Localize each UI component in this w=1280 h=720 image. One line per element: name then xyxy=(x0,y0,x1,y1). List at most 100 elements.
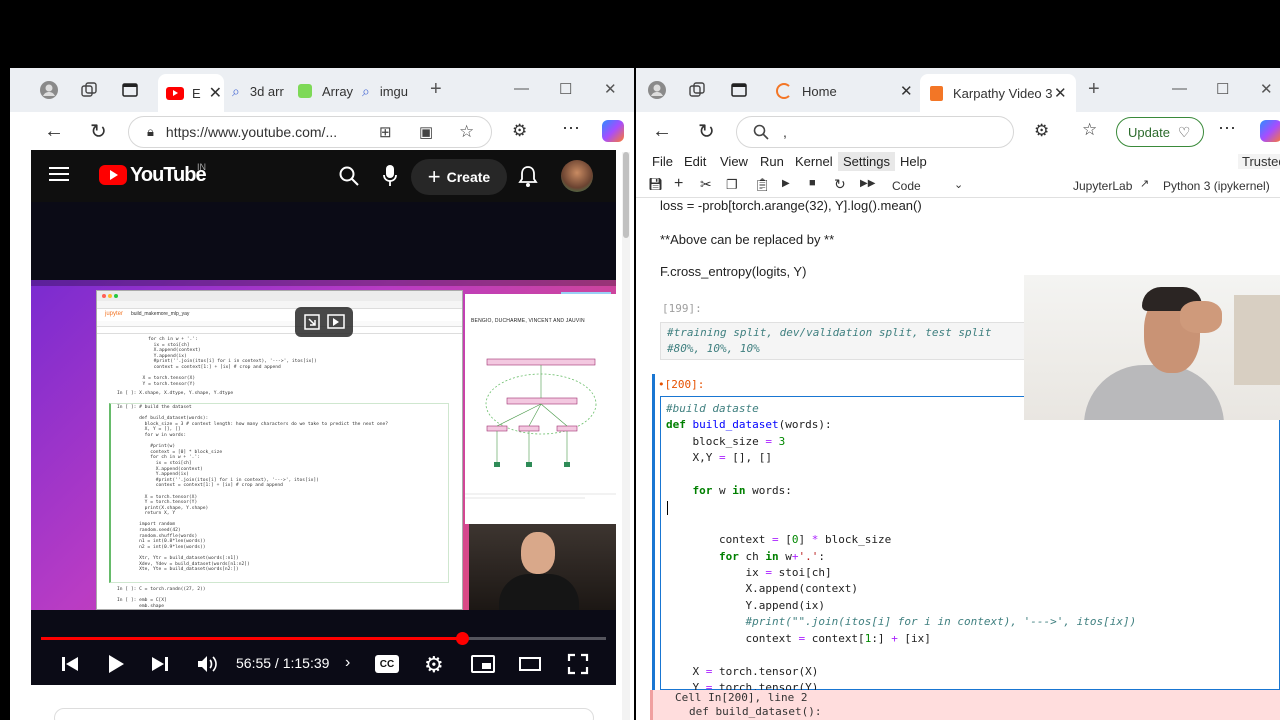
close-window-button[interactable]: ✕ xyxy=(1260,80,1273,98)
address-bar[interactable]: , xyxy=(736,116,1014,148)
back-arrow-icon[interactable]: ← xyxy=(44,120,64,143)
tab-youtube[interactable]: E ✕ xyxy=(158,74,224,112)
tab-actions-icon[interactable] xyxy=(726,77,752,103)
apps-icon[interactable]: ⊞ xyxy=(379,123,392,141)
insert-cell-icon[interactable]: + xyxy=(674,175,683,193)
webcam-shelf xyxy=(1234,295,1280,385)
pip-icon[interactable]: ▣ xyxy=(419,123,433,141)
extensions-icon[interactable]: ⚙ xyxy=(512,121,527,141)
update-button[interactable]: Update ♡ xyxy=(1116,117,1204,147)
tab-actions-icon[interactable] xyxy=(117,77,143,103)
new-tab-button[interactable]: + xyxy=(430,78,442,101)
minimize-button[interactable]: — xyxy=(1172,80,1187,97)
settings-gear-icon[interactable]: ⚙ xyxy=(424,652,444,678)
scrollbar-thumb[interactable] xyxy=(623,152,629,238)
cell-type-select[interactable]: Code xyxy=(892,179,921,193)
menu-view[interactable]: View xyxy=(720,154,748,169)
menu-help[interactable]: Help xyxy=(900,154,927,169)
microphone-icon[interactable] xyxy=(383,165,397,187)
workspaces-icon[interactable] xyxy=(684,77,710,103)
fullscreen-icon[interactable] xyxy=(567,653,589,675)
chevron-down-icon[interactable]: ⌄ xyxy=(954,178,963,191)
menu-run[interactable]: Run xyxy=(760,154,784,169)
video-overlay-controls[interactable] xyxy=(295,307,353,337)
plus-icon: + xyxy=(427,164,441,189)
restart-icon[interactable]: ↻ xyxy=(834,176,846,193)
captions-button[interactable]: CC xyxy=(375,655,399,673)
hamburger-menu-icon[interactable] xyxy=(49,166,69,182)
restart-run-all-icon[interactable]: ▶▶ xyxy=(860,178,875,189)
menu-file[interactable]: File xyxy=(652,154,673,169)
copilot-icon[interactable] xyxy=(1260,120,1280,142)
refresh-icon[interactable]: ↻ xyxy=(90,119,107,144)
menu-kernel[interactable]: Kernel xyxy=(795,154,833,169)
notifications-bell-icon[interactable] xyxy=(518,165,538,187)
profile-icon[interactable] xyxy=(36,77,62,103)
trusted-indicator[interactable]: Trusted xyxy=(1238,154,1280,169)
code-cell-200[interactable]: #build dataste def build_dataset(words):… xyxy=(660,396,1280,694)
run-icon[interactable]: ▶ xyxy=(782,178,790,189)
close-tab-icon[interactable]: ✕ xyxy=(209,83,222,103)
stop-icon[interactable]: ■ xyxy=(809,177,816,189)
volume-icon[interactable] xyxy=(197,654,219,674)
close-tab-icon[interactable]: ✕ xyxy=(1054,84,1067,102)
webcam-hand xyxy=(1180,301,1222,333)
play-icon[interactable] xyxy=(107,654,125,674)
tab-home[interactable]: Home ✕ xyxy=(768,76,918,106)
address-bar[interactable]: 🔒︎ https://www.youtube.com/... ⊞ ▣ ☆ xyxy=(128,116,492,148)
youtube-logo-icon[interactable] xyxy=(99,165,127,185)
previous-icon[interactable] xyxy=(61,655,79,673)
page-scrollbar[interactable] xyxy=(622,152,630,720)
paste-icon[interactable]: 📋︎ xyxy=(754,177,771,193)
more-menu-icon[interactable]: ⋯ xyxy=(562,118,580,139)
heart-icon: ♡ xyxy=(1177,123,1191,140)
code-editor[interactable]: #build dataste def build_dataset(words):… xyxy=(666,401,1136,696)
create-button[interactable]: + Create xyxy=(411,159,507,195)
tab-imgur[interactable]: ⌕ imgu xyxy=(362,76,418,106)
miniplayer-icon[interactable] xyxy=(471,655,495,673)
copilot-icon[interactable] xyxy=(602,120,624,142)
save-icon[interactable]: 💾︎ xyxy=(648,177,663,191)
more-menu-icon[interactable]: ⋯ xyxy=(1218,118,1236,139)
tab-array[interactable]: Array xyxy=(298,76,356,106)
refresh-icon[interactable]: ↻ xyxy=(698,119,715,144)
video-jupyter-menubar xyxy=(97,321,462,327)
close-window-button[interactable]: ✕ xyxy=(604,80,617,98)
search-icon[interactable] xyxy=(339,166,359,186)
video-progress-bar[interactable] xyxy=(41,632,606,645)
markdown-line: **Above can be replaced by ** xyxy=(660,232,835,247)
tab-karpathy-video-3[interactable]: Karpathy Video 3 ✕ xyxy=(920,74,1076,112)
minimize-button[interactable]: — xyxy=(514,80,529,97)
kernel-name[interactable]: Python 3 (ipykernel) xyxy=(1163,179,1270,193)
menu-settings[interactable]: Settings xyxy=(838,152,895,171)
theater-mode-icon[interactable] xyxy=(519,655,541,673)
copy-icon[interactable]: ❐ xyxy=(726,177,738,193)
error-output: Cell In[200], line 2 def build_dataset()… xyxy=(650,690,1280,720)
menu-edit[interactable]: Edit xyxy=(684,154,706,169)
chevron-right-icon[interactable]: › xyxy=(345,654,350,672)
extensions-icon[interactable]: ⚙ xyxy=(1034,121,1049,141)
tab-label: Karpathy Video 3 xyxy=(953,85,1053,101)
close-tab-icon[interactable]: ✕ xyxy=(900,82,913,100)
next-icon[interactable] xyxy=(151,655,169,673)
workspaces-icon[interactable] xyxy=(76,77,102,103)
jupyter-menubar: File Edit View Run Kernel Settings Help … xyxy=(636,152,1280,172)
youtube-logo-text[interactable]: YouTube xyxy=(130,164,207,187)
maximize-button[interactable]: ☐ xyxy=(1216,80,1229,98)
update-label: Update xyxy=(1128,124,1170,140)
cell-prompt: [199]: xyxy=(662,302,702,315)
video-frame[interactable]: jupyter build_makemore_mlp_yay for ch in… xyxy=(31,202,616,685)
favorites-icon[interactable]: ☆ xyxy=(1082,120,1097,140)
favorite-star-icon[interactable]: ☆ xyxy=(459,122,474,142)
youtube-favicon-icon xyxy=(166,86,184,100)
notebook-area: loss = -prob[torch.arange(32), Y].log().… xyxy=(636,198,1280,720)
new-tab-button[interactable]: + xyxy=(1088,78,1100,101)
jupyterlab-link[interactable]: JupyterLab xyxy=(1073,179,1132,193)
cut-icon[interactable]: ✂ xyxy=(700,176,712,193)
profile-icon[interactable] xyxy=(644,77,670,103)
tab-label: E xyxy=(192,85,201,101)
maximize-button[interactable]: ☐ xyxy=(559,80,572,98)
back-arrow-icon[interactable]: ← xyxy=(652,120,672,143)
tab-3d-array[interactable]: ⌕ 3d arr xyxy=(232,76,290,106)
avatar[interactable] xyxy=(561,160,593,192)
